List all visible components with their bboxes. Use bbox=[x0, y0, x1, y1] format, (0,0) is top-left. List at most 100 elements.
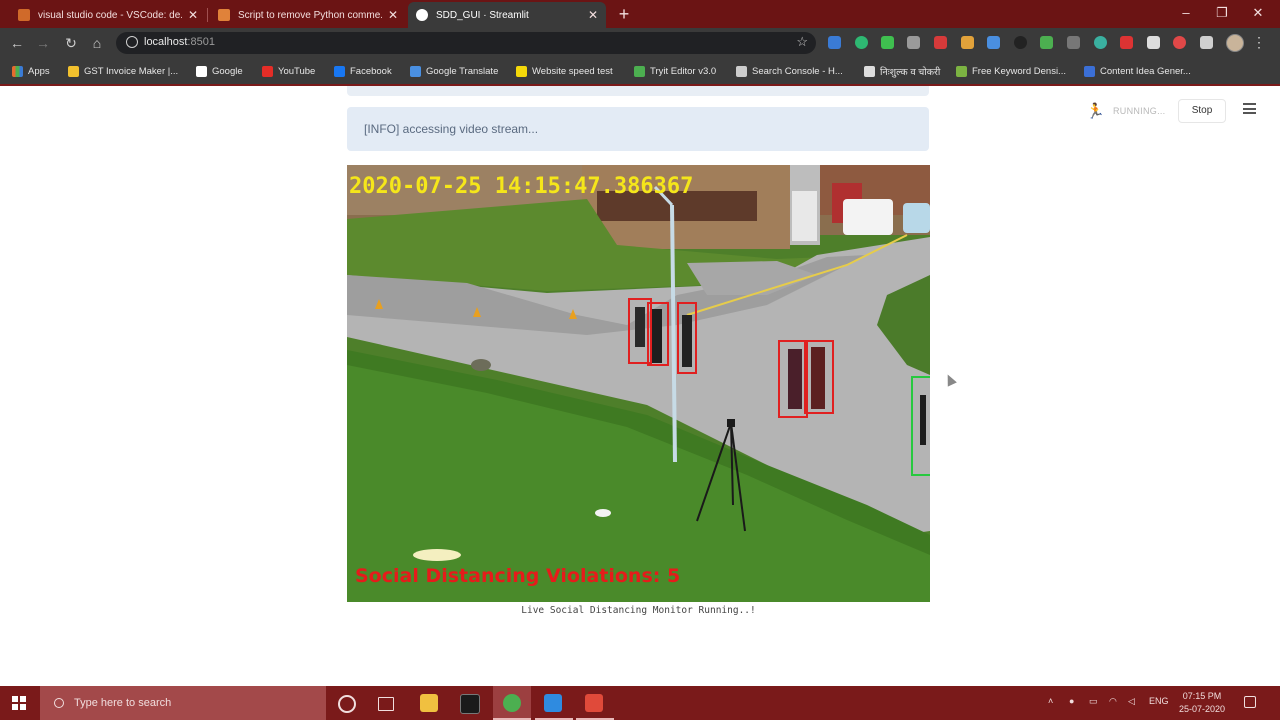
bookmark-star-icon[interactable]: ☆ bbox=[796, 34, 808, 50]
system-clock[interactable]: 07:15 PM 25-07-2020 bbox=[1170, 690, 1234, 716]
bookmark-label: Google bbox=[212, 65, 243, 77]
bookmark-speedtest[interactable]: Website speed test bbox=[516, 64, 613, 78]
recorder-taskbar-icon[interactable] bbox=[585, 694, 603, 712]
stop-button[interactable]: Stop bbox=[1178, 99, 1226, 123]
hamburger-menu-icon[interactable] bbox=[1243, 103, 1256, 114]
streamlit-favicon-icon bbox=[416, 9, 428, 21]
back-arrow-icon[interactable]: ← bbox=[8, 34, 26, 52]
battery-icon[interactable]: ▭ bbox=[1089, 696, 1098, 707]
file-explorer-icon[interactable] bbox=[420, 694, 438, 712]
running-indicator: 🏃 RUNNING... bbox=[1086, 102, 1165, 120]
speedtest-icon bbox=[516, 65, 527, 77]
keyword-icon bbox=[956, 65, 967, 77]
chrome-taskbar-icon[interactable] bbox=[503, 694, 521, 712]
new-tab-button[interactable]: + bbox=[614, 4, 634, 24]
extension-icon[interactable] bbox=[828, 36, 841, 49]
url-port: :8501 bbox=[187, 36, 215, 48]
volume-icon[interactable]: ◁ bbox=[1128, 696, 1135, 707]
tray-chevron-icon[interactable]: ˄ bbox=[1048, 696, 1053, 706]
tab-script-remove-comments[interactable]: Script to remove Python comme... ✕ bbox=[210, 2, 406, 28]
bookmark-gst[interactable]: GST Invoice Maker |... bbox=[68, 64, 178, 78]
address-bar[interactable]: localhost:8501 ☆ bbox=[116, 32, 816, 54]
taskbar-search-box[interactable]: Type here to search bbox=[40, 686, 326, 720]
minimize-button[interactable]: – bbox=[1168, 0, 1204, 26]
bookmark-label: Google Translate bbox=[426, 65, 499, 77]
bookmark-label: YouTube bbox=[278, 65, 316, 77]
tab-favicon-icon bbox=[218, 9, 230, 21]
extension-icon[interactable] bbox=[1094, 36, 1107, 49]
task-view-icon[interactable] bbox=[378, 697, 394, 711]
forward-arrow-icon[interactable]: → bbox=[34, 34, 52, 52]
vscode-taskbar-icon[interactable] bbox=[544, 694, 562, 712]
home-icon[interactable]: ⌂ bbox=[88, 34, 106, 52]
cortana-icon[interactable] bbox=[338, 695, 356, 713]
bookmark-search-console[interactable]: Search Console - H... bbox=[736, 64, 843, 78]
translate-icon bbox=[410, 65, 421, 77]
chrome-menu-icon[interactable]: ⋮ bbox=[1252, 34, 1266, 51]
close-tab-icon[interactable]: ✕ bbox=[588, 8, 598, 22]
profile-avatar[interactable] bbox=[1226, 34, 1244, 52]
extension-icon[interactable] bbox=[934, 36, 947, 49]
streamlit-page: [INFO] accessing video stream... 🏃 RUNNI… bbox=[0, 86, 1280, 686]
bookmark-keyword[interactable]: Free Keyword Densi... bbox=[956, 64, 1066, 78]
video-timestamp: 2020-07-25 14:15:47.386367 bbox=[349, 174, 693, 199]
facebook-icon bbox=[334, 65, 345, 77]
tab-streamlit-active[interactable]: SDD_GUI · Streamlit ✕ bbox=[408, 2, 606, 28]
maximize-button[interactable]: ❐ bbox=[1204, 0, 1240, 26]
bookmark-apps-grid[interactable]: Apps bbox=[12, 64, 50, 78]
bookmarks-bar: Apps GST Invoice Maker |... Google YouTube F… bbox=[0, 58, 1280, 85]
notion-icon[interactable] bbox=[460, 694, 480, 714]
bookmark-google[interactable]: Google bbox=[196, 64, 243, 78]
bookmark-tryit[interactable]: Tryit Editor v3.0 bbox=[634, 64, 716, 78]
bookmark-label: Search Console - H... bbox=[752, 65, 843, 77]
extension-icon[interactable] bbox=[1014, 36, 1027, 49]
running-man-icon: 🏃 bbox=[1086, 103, 1105, 120]
puzzle-extensions-icon[interactable] bbox=[1200, 36, 1213, 49]
site-info-icon[interactable] bbox=[126, 36, 138, 48]
bookmark-label: Website speed test bbox=[532, 65, 613, 77]
extension-icon[interactable] bbox=[1147, 36, 1160, 49]
bookmark-label: Content Idea Gener... bbox=[1100, 65, 1191, 77]
tab-title: visual studio code - VSCode: de... bbox=[38, 9, 182, 21]
bookmark-facebook[interactable]: Facebook bbox=[334, 64, 392, 78]
apps-grid-icon bbox=[12, 65, 23, 77]
tab-divider bbox=[207, 8, 208, 22]
tab-favicon-icon bbox=[18, 9, 30, 21]
close-window-button[interactable]: ✕ bbox=[1240, 0, 1276, 26]
wifi-icon[interactable]: ◠ bbox=[1109, 696, 1117, 707]
microphone-icon[interactable]: ● bbox=[1069, 696, 1074, 706]
video-stream-frame: 2020-07-25 14:15:47.386367 Social Distan… bbox=[347, 165, 930, 602]
extension-icon[interactable] bbox=[855, 36, 868, 49]
browser-tab-strip: visual studio code - VSCode: de... ✕ Scr… bbox=[0, 0, 1280, 28]
language-indicator[interactable]: ENG bbox=[1149, 696, 1169, 706]
close-tab-icon[interactable]: ✕ bbox=[188, 8, 198, 22]
windows-start-icon[interactable] bbox=[12, 696, 26, 710]
bookmark-content-idea[interactable]: Content Idea Gener... bbox=[1084, 64, 1191, 78]
running-status-text: RUNNING... bbox=[1112, 106, 1166, 116]
extension-icon[interactable] bbox=[961, 36, 974, 49]
close-tab-icon[interactable]: ✕ bbox=[388, 8, 398, 22]
bookmark-label: Free Keyword Densi... bbox=[972, 65, 1066, 77]
bookmark-doc[interactable]: निःशुल्क व चोकरी bbox=[864, 64, 940, 78]
bookmark-label: Tryit Editor v3.0 bbox=[650, 65, 717, 77]
tab-vscode[interactable]: visual studio code - VSCode: de... ✕ bbox=[10, 2, 206, 28]
tab-title: Script to remove Python comme... bbox=[238, 9, 382, 21]
extension-icon[interactable] bbox=[1173, 36, 1186, 49]
extension-icon[interactable] bbox=[1040, 36, 1053, 49]
content-idea-icon bbox=[1084, 65, 1095, 77]
reload-icon[interactable]: ↻ bbox=[62, 34, 80, 52]
extension-icon[interactable] bbox=[1120, 36, 1133, 49]
extension-icon[interactable] bbox=[907, 36, 920, 49]
bookmark-label: निःशुल्क व चोकरी bbox=[880, 66, 941, 78]
bookmark-translate[interactable]: Google Translate bbox=[410, 64, 498, 78]
bookmark-youtube[interactable]: YouTube bbox=[262, 64, 315, 78]
extension-icon[interactable] bbox=[1067, 36, 1080, 49]
tryit-icon bbox=[634, 65, 645, 77]
extension-icon[interactable] bbox=[987, 36, 1000, 49]
violations-overlay: Social Distancing Violations: 5 bbox=[355, 565, 680, 587]
notifications-icon[interactable] bbox=[1244, 696, 1256, 708]
cctv-scene: 2020-07-25 14:15:47.386367 Social Distan… bbox=[347, 165, 930, 602]
google-icon bbox=[196, 65, 207, 77]
video-caption: Live Social Distancing Monitor Running..… bbox=[521, 605, 756, 616]
extension-icon[interactable] bbox=[881, 36, 894, 49]
